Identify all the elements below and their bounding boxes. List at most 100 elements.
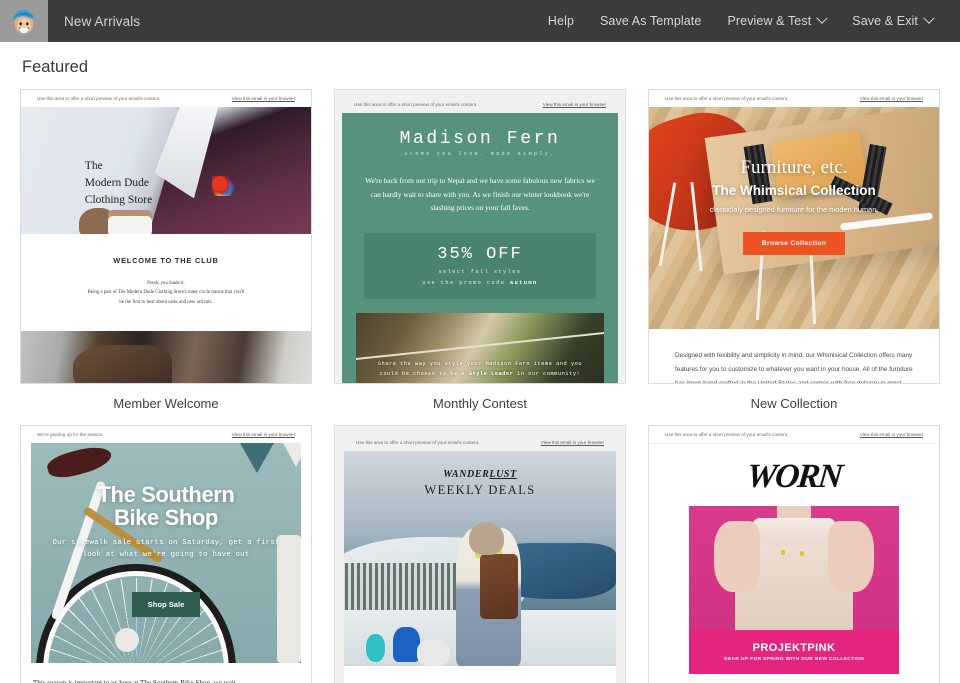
hero-subtitle-line-1: Our sidewalk sale starts on Saturday, ge… xyxy=(52,538,280,547)
left-hand-graphic xyxy=(714,521,761,592)
preheader-text: Use this area to offer a short preview o… xyxy=(37,96,161,101)
hero-subtitle: The Whimsical Collection xyxy=(712,183,876,198)
template-card-monthly-contest[interactable]: Use this area to offer a short preview o… xyxy=(334,89,626,425)
hero-image: The Modern Dude Clothing Store xyxy=(21,107,311,234)
chevron-down-icon xyxy=(923,12,935,24)
mailchimp-freddie-logo[interactable] xyxy=(0,0,48,42)
snowboard-graphic xyxy=(365,633,385,662)
freddie-monkey-icon xyxy=(13,10,34,34)
view-in-browser-link[interactable]: View this email in your browser xyxy=(232,96,295,101)
email-preview-member-welcome: Use this area to offer a short preview o… xyxy=(21,90,311,383)
view-in-browser-link[interactable]: View this email in your browser xyxy=(860,432,923,437)
hero-overlay: The Southern Bike Shop Our sidewalk sale… xyxy=(31,443,301,663)
hero-subtitle: WEEKLY DEALS xyxy=(424,483,536,497)
body-heading: WELCOME TO THE CLUB xyxy=(113,256,219,265)
view-in-browser-link[interactable]: View this email in your browser xyxy=(232,432,295,437)
template-thumbnail[interactable]: Use this area to offer a short preview o… xyxy=(648,89,940,384)
brand-logo-word-1: WANDER xyxy=(443,469,490,480)
template-thumbnail[interactable]: Use this area to offer a short preview o… xyxy=(648,425,940,683)
footer-line-2-bold: Style Leader xyxy=(468,370,514,377)
template-card-member-welcome[interactable]: Use this area to offer a short preview o… xyxy=(20,89,312,425)
tertiary-person-graphic xyxy=(417,640,451,666)
email-preview-southern-bike-shop: We're gearing up for the season. View th… xyxy=(21,426,311,683)
view-in-browser-link[interactable]: View this email in your browser xyxy=(541,440,604,445)
hero-overlay: Furniture, etc. The Whimsical Collection… xyxy=(649,107,939,329)
collar-graphic xyxy=(752,517,836,545)
preview-body: WORN PROJEKTPINK GEAR UP FOR SPRING WITH… xyxy=(649,443,939,683)
preheader-text: Use this area to offer a short preview o… xyxy=(354,102,478,107)
hero-title: Furniture, etc. xyxy=(740,157,848,178)
nav-preview-and-test-menu[interactable]: Preview & Test xyxy=(714,0,839,42)
brand-logo: WANDERLUST xyxy=(344,469,616,480)
hero-title-line-2: Bike Shop xyxy=(114,505,218,531)
brand-panel: Madison Fern items you love. made simply… xyxy=(342,113,618,383)
template-card-southern-bike-shop[interactable]: We're gearing up for the season. View th… xyxy=(20,425,312,683)
brand-line-1: The xyxy=(84,159,103,172)
body-paragraph: Designed with fexibility and simplicity … xyxy=(675,352,913,384)
brand-line-2: Modern Dude xyxy=(84,177,149,190)
preview-preheader-row: We're gearing up for the season. View th… xyxy=(21,426,311,443)
shop-sale-button[interactable]: Shop Sale xyxy=(131,591,201,617)
preview-preheader-row: Use this area to offer a short preview o… xyxy=(21,90,311,107)
footer-line-2: could be chosen to be a Style Leader in … xyxy=(366,370,594,379)
preheader-text: Use this area to offer a short preview o… xyxy=(356,440,480,445)
hero-image: The Southern Bike Shop Our sidewalk sale… xyxy=(31,443,301,663)
template-thumbnail[interactable]: Use this area to offer a short preview o… xyxy=(20,89,312,384)
brand-logo-word-2: LUST xyxy=(489,469,517,480)
template-card-projektpink[interactable]: Use this area to offer a short preview o… xyxy=(648,425,940,683)
hero-image: PROJEKTPINK GEAR UP FOR SPRING WITH OUR … xyxy=(689,506,899,674)
beanie-hat-graphic xyxy=(469,521,505,555)
section-title-featured: Featured xyxy=(22,58,89,76)
nav-save-as-template-label: Save As Template xyxy=(600,14,702,28)
top-navigation-bar: New Arrivals Help Save As Template Previ… xyxy=(0,0,960,42)
browse-collection-button[interactable]: Browse Collection xyxy=(742,232,846,255)
footer-photo xyxy=(21,330,311,383)
hero-tagline: classiclaly designed furniture for the m… xyxy=(709,205,879,214)
preview-body: Designed with fexibility and simplicity … xyxy=(649,329,939,384)
footer-line-2-suffix: in our community! xyxy=(513,370,581,377)
nav-save-and-exit-menu[interactable]: Save & Exit xyxy=(839,0,946,42)
email-preview-projektpink: Use this area to offer a short preview o… xyxy=(649,426,939,683)
preview-preheader-row: Use this area to offer a short preview o… xyxy=(342,97,618,113)
nav-preview-and-test-label: Preview & Test xyxy=(727,14,812,28)
top-nav-actions: Help Save As Template Preview & Test Sav… xyxy=(535,0,960,42)
nav-help-label: Help xyxy=(547,14,574,28)
offer-subline-1: select fall styles xyxy=(438,269,522,276)
hero-overlay: WANDERLUST WEEKLY DEALS xyxy=(344,469,616,498)
secondary-person-graphic xyxy=(392,627,421,662)
view-in-browser-link[interactable]: View this email in your browser xyxy=(860,96,923,101)
chevron-down-icon xyxy=(816,12,828,24)
template-card-wanderlust-weekly-deals[interactable]: Use this area to offer a short preview o… xyxy=(334,425,626,683)
hero-title-line-1: The Southern xyxy=(97,482,235,507)
nav-help-button[interactable]: Help xyxy=(535,0,587,42)
preview-preheader-row: Use this area to offer a short preview o… xyxy=(649,90,939,107)
preview-preheader-row: Use this area to offer a short preview o… xyxy=(344,435,616,451)
hero-subtitle-line-2: look at what we're going to have out xyxy=(82,551,250,560)
nav-save-as-template-button[interactable]: Save As Template xyxy=(587,0,714,42)
template-name-label: New Collection xyxy=(750,396,838,411)
email-preview-wanderlust: Use this area to offer a short preview o… xyxy=(335,426,625,683)
body-line-1: This season is important to us here at T… xyxy=(33,679,236,683)
brand-title: Madison Fern xyxy=(399,129,561,149)
preview-body: We scour the web for the best travel dea… xyxy=(344,666,616,683)
template-thumbnail[interactable]: We're gearing up for the season. View th… xyxy=(20,425,312,683)
band-subtitle: GEAR UP FOR SPRING WITH OUR NEW COLLECTI… xyxy=(723,657,865,663)
brand-logo: WORN xyxy=(744,458,843,495)
preview-body: WELCOME TO THE CLUB Psssh, you made it. … xyxy=(21,234,311,331)
offer-headline: 35% OFF xyxy=(437,245,523,265)
pink-caption-band: PROJEKTPINK GEAR UP FOR SPRING WITH OUR … xyxy=(689,630,899,674)
template-card-new-collection[interactable]: Use this area to offer a short preview o… xyxy=(648,89,940,425)
coffee-cup-graphic xyxy=(108,210,152,234)
template-thumbnail[interactable]: Use this area to offer a short preview o… xyxy=(334,425,626,683)
footer-line-2-prefix: could be chosen to be a xyxy=(379,370,469,377)
hero-image: Furniture, etc. The Whimsical Collection… xyxy=(649,107,939,329)
view-in-browser-link[interactable]: View this email in your browser xyxy=(543,102,606,107)
offer-promo-code: autumn xyxy=(509,280,538,287)
offer-block: 35% OFF select fall styles use the promo… xyxy=(364,233,596,300)
template-thumbnail[interactable]: Use this area to offer a short preview o… xyxy=(334,89,626,384)
email-preview-monthly-contest: Use this area to offer a short preview o… xyxy=(335,90,625,383)
preheader-text: We're gearing up for the season. xyxy=(37,432,104,437)
offer-subline-2: use the promo code autumn xyxy=(370,280,590,286)
template-grid: Use this area to offer a short preview o… xyxy=(20,89,940,683)
nav-save-and-exit-label: Save & Exit xyxy=(852,14,918,28)
